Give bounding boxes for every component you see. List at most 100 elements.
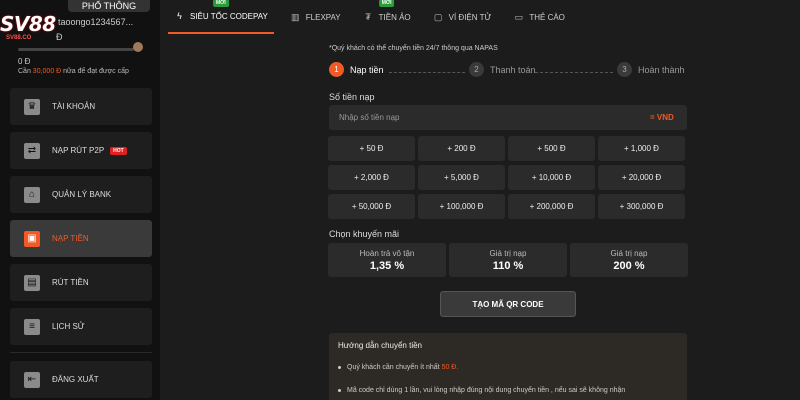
amount-option-button[interactable]: + 5,000 Đ <box>418 165 505 190</box>
step-connector <box>535 72 613 73</box>
sidebar-item[interactable]: ♛ TÀI KHOẢN <box>10 88 152 125</box>
payment-tab[interactable]: MỚI ₮ TIỀN ẢO <box>357 0 417 34</box>
step-number: 2 <box>469 62 484 77</box>
logo-subtext: SV88.CO <box>6 35 32 41</box>
sidebar-menu: ♛ TÀI KHOẢN ⇄ NẠP RÚT P2P HOT ⌂ QUẢN LÝ BANK ▣ N… <box>10 88 152 400</box>
crypto-icon: ₮ <box>365 12 371 22</box>
amount-option-button[interactable]: + 300,000 Đ <box>598 194 685 219</box>
step-number: 1 <box>329 62 344 77</box>
amount-option-button[interactable]: + 20,000 Đ <box>598 165 685 190</box>
sidebar-item[interactable]: ⇄ NẠP RÚT P2P HOT <box>10 132 152 169</box>
amount-input[interactable] <box>329 105 687 130</box>
deposit-icon: ▣ <box>24 230 40 247</box>
sidebar-item[interactable]: ≡ LỊCH SỬ <box>10 308 152 345</box>
payment-tabs: MỚI ϟ SIÊU TỐC CODEPAY ▥ FLEXPAY MỚI ₮ TIỀN ẢO ▢… <box>168 0 698 34</box>
amount-option-button[interactable]: + 100,000 Đ <box>418 194 505 219</box>
transfer-guide: Hướng dẫn chuyển tiền Quý khách cần chuy… <box>329 333 687 400</box>
new-badge: MỚI <box>212 0 229 7</box>
promo-option[interactable]: Hoàn trả vô tận 1,35 % <box>328 243 446 277</box>
amount-option-button[interactable]: + 50,000 Đ <box>328 194 415 219</box>
username: taoongo1234567... <box>58 17 134 27</box>
promo-option[interactable]: Giá trị nạp 110 % <box>449 243 567 277</box>
tab-label: THẺ CÀO <box>529 12 565 22</box>
level-hint-suffix: nữa để đạt được cấp <box>61 68 129 75</box>
sidebar-item-label: LỊCH SỬ <box>52 322 85 331</box>
payment-tab[interactable]: MỚI ϟ SIÊU TỐC CODEPAY <box>168 0 274 34</box>
step: 3 Hoàn thành <box>617 62 685 77</box>
guide-min-amount: 50 Đ. <box>441 364 459 371</box>
card-icon: ▭ <box>514 11 524 22</box>
guide-line-text: Mã code chỉ dùng 1 lần, vui lòng nhập đú… <box>347 387 626 394</box>
step-number: 3 <box>617 62 632 77</box>
username-currency: Đ <box>56 32 63 42</box>
guide-title: Hướng dẫn chuyển tiền <box>338 341 422 350</box>
amount-option-button[interactable]: + 200 Đ <box>418 136 505 161</box>
balance: 0 Đ <box>18 57 31 66</box>
crown-icon: ♛ <box>24 98 40 115</box>
sidebar-item-label: QUẢN LÝ BANK <box>52 190 112 199</box>
hot-badge: HOT <box>110 146 127 155</box>
sidebar-item[interactable]: ▤ RÚT TIỀN <box>10 264 152 301</box>
quick-amount-grid: + 50 Đ + 200 Đ + 500 Đ + 1,000 Đ + 2,000 Đ + … <box>328 136 688 219</box>
sidebar-item-label: ĐĂNG XUẤT <box>52 375 99 384</box>
level-progress-bar <box>18 48 134 51</box>
promo-value: 1,35 % <box>369 259 405 272</box>
sidebar-item[interactable]: ⇤ ĐĂNG XUẤT <box>10 361 152 398</box>
rank-badge: PHỔ THÔNG <box>68 0 150 12</box>
promo-title: Hoàn trả vô tận <box>359 248 415 258</box>
step: 1 Nạp tiền <box>329 62 384 77</box>
step-label: Nạp tiền <box>350 64 384 75</box>
stepper: 1 Nạp tiền 2 Thanh toán 3 Hoàn thành <box>329 62 689 82</box>
sidebar-item-label: RÚT TIỀN <box>52 278 89 287</box>
flexpay-icon: ▥ <box>291 11 300 22</box>
step: 2 Thanh toán <box>469 62 536 77</box>
tab-label: SIÊU TỐC CODEPAY <box>190 11 268 21</box>
amount-option-button[interactable]: + 200,000 Đ <box>508 194 595 219</box>
level-hint: Cần 30,000 Đ nữa để đạt được cấp <box>18 68 129 75</box>
create-qr-button[interactable]: TẠO MÃ QR CODE <box>440 291 576 317</box>
bank-icon: ⌂ <box>24 186 40 203</box>
level-hint-prefix: Cần <box>18 68 33 75</box>
level-hint-amount: 30,000 Đ <box>32 68 62 75</box>
step-label: Hoàn thành <box>638 64 685 75</box>
promo-value: 110 % <box>492 259 524 272</box>
logout-icon: ⇤ <box>24 371 40 388</box>
logo: SV88 SV88.CO <box>0 6 62 46</box>
sidebar-item[interactable]: ▣ NẠP TIỀN <box>10 220 152 257</box>
amount-label: Số tiền nạp <box>329 92 375 102</box>
payment-tab[interactable]: ▢ VÍ ĐIỆN TỬ <box>427 0 498 34</box>
amount-option-button[interactable]: + 2,000 Đ <box>328 165 415 190</box>
promo-label: Chọn khuyến mãi <box>329 229 400 239</box>
tab-label: VÍ ĐIỆN TỬ <box>448 12 492 22</box>
withdraw-icon: ▤ <box>24 274 40 291</box>
bullet-icon <box>338 365 341 369</box>
payment-tab[interactable]: ▥ FLEXPAY <box>284 0 347 34</box>
promo-options: Hoàn trả vô tận 1,35 % Giá trị nạp 110 % Giá… <box>328 243 688 277</box>
payment-tab[interactable]: ▭ THẺ CÀO <box>507 0 571 34</box>
step-connector <box>389 72 465 73</box>
promo-option[interactable]: Giá trị nạp 200 % <box>570 243 688 277</box>
napas-note: *Quý khách có thể chuyển tiền 24/7 thông… <box>329 45 498 52</box>
amount-option-button[interactable]: + 500 Đ <box>508 136 595 161</box>
amount-option-button[interactable]: + 1,000 Đ <box>598 136 685 161</box>
amount-option-button[interactable]: + 50 Đ <box>328 136 415 161</box>
sidebar-item-label: TÀI KHOẢN <box>52 102 96 111</box>
guide-line-min-amount: Quý khách cần chuyển ít nhất 50 Đ. <box>338 364 458 371</box>
level-medal-icon <box>133 42 143 52</box>
sidebar-item-label: NẠP RÚT P2P <box>52 146 105 155</box>
amount-option-button[interactable]: + 10,000 Đ <box>508 165 595 190</box>
currency-label: = VND <box>650 113 674 122</box>
guide-line-text: Quý khách cần chuyển ít nhất <box>347 364 442 371</box>
sidebar-item[interactable]: ⌂ QUẢN LÝ BANK <box>10 176 152 213</box>
bullet-icon <box>338 388 341 392</box>
new-badge: MỚI <box>378 0 395 7</box>
p2p-icon: ⇄ <box>24 142 40 159</box>
guide-line-code-usage: Mã code chỉ dùng 1 lần, vui lòng nhập đú… <box>338 387 625 394</box>
step-label: Thanh toán <box>490 64 536 75</box>
promo-title: Giá trị nạp <box>489 248 527 258</box>
app-root: SV88 SV88.CO PHỔ THÔNG taoongo1234567...… <box>0 0 800 400</box>
promo-title: Giá trị nạp <box>610 248 648 258</box>
promo-value: 200 % <box>613 259 645 272</box>
menu-separator <box>10 352 152 353</box>
logo-text: SV88 <box>0 12 56 36</box>
